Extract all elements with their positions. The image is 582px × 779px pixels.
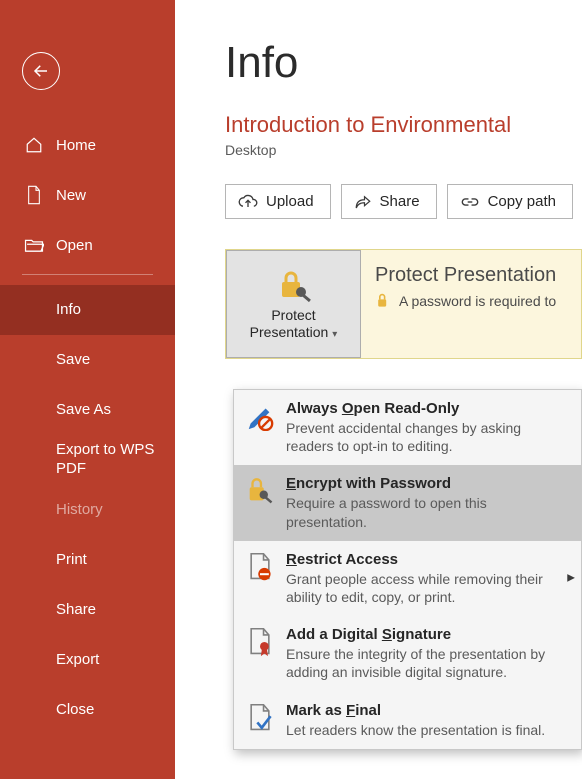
sidebar-separator	[22, 274, 153, 275]
sidebar-item-label: History	[56, 501, 103, 520]
lock-key-icon	[274, 267, 314, 303]
menu-item-encrypt-password[interactable]: Encrypt with Password Require a password…	[234, 465, 581, 540]
open-folder-icon	[24, 237, 44, 253]
protect-header: Protect Presentation	[375, 264, 556, 287]
lock-key-icon	[245, 476, 275, 506]
menu-item-title: Restrict Access	[286, 551, 569, 568]
protect-presentation-button[interactable]: Protect Presentation▾	[226, 250, 361, 358]
button-label-line2: Presentation	[250, 324, 329, 340]
home-icon	[25, 136, 43, 154]
doc-restrict-icon	[246, 552, 274, 582]
sidebar-item-label: New	[56, 187, 86, 204]
copy-path-button[interactable]: Copy path	[447, 184, 573, 219]
button-label: Share	[380, 193, 420, 210]
sidebar-item-label: Export	[56, 651, 99, 670]
sidebar-item-label: Save	[56, 351, 90, 370]
back-arrow-icon	[32, 62, 50, 80]
menu-item-desc: Prevent accidental changes by asking rea…	[286, 419, 569, 455]
menu-item-title: Encrypt with Password	[286, 475, 569, 492]
menu-item-restrict-access[interactable]: Restrict Access Grant people access whil…	[234, 541, 581, 616]
sidebar-item-home[interactable]: Home	[0, 120, 175, 170]
sidebar-item-label: Close	[56, 701, 94, 720]
menu-item-title: Mark as Final	[286, 702, 569, 719]
sidebar-item-label: Export to WPS PDF	[56, 441, 175, 479]
menu-item-desc: Ensure the integrity of the presentation…	[286, 645, 569, 681]
share-icon	[354, 194, 372, 210]
page-title: Info	[225, 38, 582, 88]
link-icon	[460, 195, 480, 209]
protect-presentation-panel: Protect Presentation▾ Protect Presentati…	[225, 249, 582, 359]
pen-prohibit-icon	[245, 401, 275, 431]
sidebar-item-label: Print	[56, 551, 87, 570]
protect-dropdown-menu: Always Open Read-Only Prevent accidental…	[233, 389, 582, 750]
doc-ribbon-icon	[246, 627, 274, 657]
presentation-title: Introduction to Environmental	[225, 112, 582, 138]
back-button[interactable]	[22, 52, 60, 90]
sidebar-item-close[interactable]: Close	[0, 685, 175, 735]
sidebar-item-label: Open	[56, 237, 93, 254]
doc-check-icon	[246, 703, 274, 733]
sidebar-item-history: History	[0, 485, 175, 535]
submenu-arrow-icon: ▶	[567, 573, 575, 584]
button-label: Upload	[266, 193, 314, 210]
sidebar-item-share[interactable]: Share	[0, 585, 175, 635]
sidebar-item-saveas[interactable]: Save As	[0, 385, 175, 435]
sidebar-item-label: Save As	[56, 401, 111, 420]
menu-item-open-readonly[interactable]: Always Open Read-Only Prevent accidental…	[234, 390, 581, 465]
menu-item-title: Add a Digital Signature	[286, 626, 569, 643]
sidebar-item-label: Info	[56, 301, 81, 320]
backstage-sidebar: Home New Open Info Save Save As	[0, 0, 175, 779]
sidebar-item-export-wps[interactable]: Export to WPS PDF	[0, 435, 175, 485]
sidebar-item-new[interactable]: New	[0, 170, 175, 220]
menu-item-digital-signature[interactable]: Add a Digital Signature Ensure the integ…	[234, 616, 581, 691]
presentation-path: Desktop	[225, 142, 582, 158]
menu-item-desc: Grant people access while removing their…	[286, 570, 569, 606]
button-label: Copy path	[488, 193, 556, 210]
info-toolbar: Upload Share Copy path	[225, 184, 582, 219]
sidebar-item-label: Share	[56, 601, 96, 620]
menu-item-desc: Let readers know the presentation is fin…	[286, 721, 569, 739]
menu-item-title: Always Open Read-Only	[286, 400, 569, 417]
sidebar-item-save[interactable]: Save	[0, 335, 175, 385]
menu-item-mark-final[interactable]: Mark as Final Let readers know the prese…	[234, 692, 581, 749]
lock-small-icon	[375, 293, 391, 309]
new-doc-icon	[26, 185, 42, 205]
protect-subtext: A password is required to	[399, 293, 556, 309]
sidebar-item-label: Home	[56, 137, 96, 154]
sidebar-item-print[interactable]: Print	[0, 535, 175, 585]
upload-cloud-icon	[238, 194, 258, 210]
chevron-down-icon: ▾	[332, 329, 337, 340]
upload-button[interactable]: Upload	[225, 184, 331, 219]
share-button[interactable]: Share	[341, 184, 437, 219]
sidebar-item-open[interactable]: Open	[0, 220, 175, 270]
sidebar-item-info[interactable]: Info	[0, 285, 175, 335]
sidebar-item-export[interactable]: Export	[0, 635, 175, 685]
menu-item-desc: Require a password to open this presenta…	[286, 494, 569, 530]
button-label-line1: Protect	[271, 307, 315, 323]
